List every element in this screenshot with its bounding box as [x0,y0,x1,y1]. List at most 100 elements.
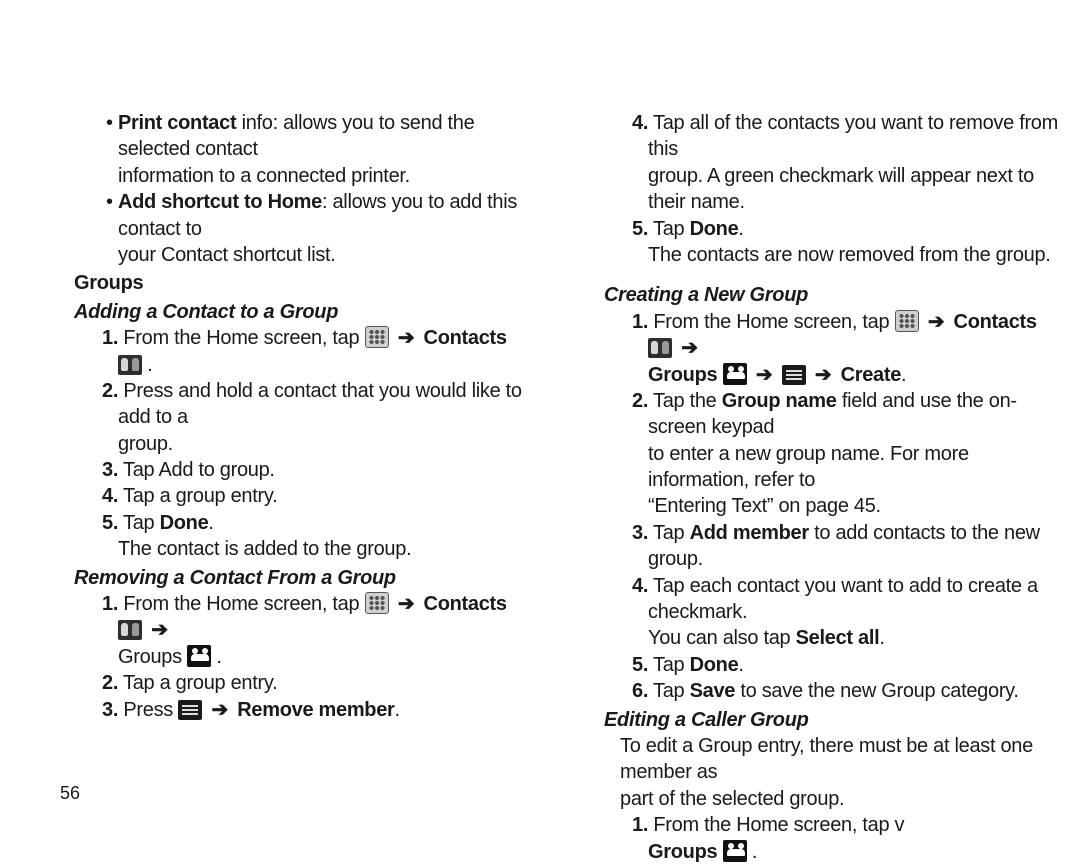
step-text: Press and hold a contact that you would … [118,380,522,428]
step-result: The contacts are now removed from the gr… [580,242,1060,268]
step-text2: to save the new Group category. [735,680,1019,702]
arrow-icon: ➔ [924,311,948,333]
step: 2. Tap a group entry. [50,670,530,696]
step-num: 2. [632,390,648,412]
heading-editing-group: Editing a Caller Group [580,707,1060,733]
contacts-label: Contacts [954,311,1037,333]
step-num: 1. [102,593,118,615]
step-text: Tap a group entry. [123,485,277,507]
groups-label: Groups [118,646,187,668]
step-cont: You can also tap Select all. [580,625,1060,651]
arrow-icon: ➔ [394,327,418,349]
step-text: Tap [653,522,690,544]
step-text: From the Home screen, tap [123,593,364,615]
step-result: The contact is added to the group. [50,536,530,562]
contacts-label: Contacts [424,593,507,615]
menu-icon [178,700,202,720]
step-text: Press [123,699,178,721]
step-text: Tap the [653,390,722,412]
bullet-lead: Print contact [118,112,236,134]
heading-groups: Groups [50,270,530,296]
step-text: From the Home screen, tap [123,327,364,349]
step-cont: Groups . [50,644,530,670]
step-cont: group. A green checkmark will appear nex… [580,163,1060,216]
heading-creating-group: Creating a New Group [580,282,1060,308]
arrow-icon: ➔ [147,619,171,641]
step-num: 2. [102,380,118,402]
step-num: 3. [632,522,648,544]
step: 6. Tap Save to save the new Group catego… [580,678,1060,704]
add-member-label: Add member [690,522,809,544]
step-text: Tap a group entry. [123,672,277,694]
intro-text: To edit a Group entry, there must be at … [580,733,1060,786]
period: . [879,627,884,649]
step: 3. Tap Add to group. [50,457,530,483]
step: 1. From the Home screen, tap ➔ Contacts … [580,309,1060,362]
done-label: Done [690,654,739,676]
period: . [738,654,743,676]
menu-icon [782,365,806,385]
arrow-icon: ➔ [208,699,232,721]
arrow-icon: ➔ [394,593,418,615]
step-text: Tap [653,680,690,702]
apps-icon [365,593,389,613]
period: . [395,699,400,721]
step-text: From the Home screen, tap v [653,814,904,836]
step: 5. Tap Done. [580,652,1060,678]
step-num: 6. [632,680,648,702]
apps-icon [365,327,389,347]
step: 5. Tap Done. [50,510,530,536]
create-label: Create [841,364,901,386]
step-text: Tap [653,218,690,240]
groups-icon [723,841,747,861]
step-text: You can also tap [648,627,796,649]
period: . [738,218,743,240]
group-name-label: Group name [722,390,837,412]
contacts-label: Contacts [424,327,507,349]
step-cont: Groups ➔ ➔ Create. [580,362,1060,388]
step-text: From the Home screen, tap [653,311,894,333]
bullet-cont: information to a connected printer. [50,163,530,189]
bullet-cont: your Contact shortcut list. [50,242,530,268]
step-text: Tap all of the contacts you want to remo… [648,112,1058,160]
step: 4. Tap all of the contacts you want to r… [580,110,1060,163]
step: 3. Press ➔ Remove member. [50,697,530,723]
intro-text: part of the selected group. [580,786,1060,812]
manual-page: • Print contact info: allows you to send… [0,0,1080,834]
step-cont: Groups . [580,839,1060,865]
step-text: Tap Add to group. [123,459,275,481]
step-num: 1. [632,814,648,836]
step-num: 4. [632,575,648,597]
heading-adding-contact: Adding a Contact to a Group [50,299,530,325]
step-num: 1. [102,327,118,349]
groups-label: Groups [648,364,723,386]
step-cont: “Entering Text” on page 45. [580,493,1060,519]
right-column: 4. Tap all of the contacts you want to r… [575,110,1060,804]
groups-icon [723,364,747,384]
step: 3. Tap Add member to add contacts to the… [580,520,1060,573]
step-num: 3. [102,459,118,481]
step-num: 5. [632,654,648,676]
bullet-add-shortcut: • Add shortcut to Home: allows you to ad… [50,189,530,242]
step: 4. Tap each contact you want to add to c… [580,573,1060,626]
step-text: Tap each contact you want to add to crea… [648,575,1038,623]
save-label: Save [690,680,736,702]
step: 1. From the Home screen, tap ➔ Contacts … [50,325,530,378]
period: . [216,646,221,668]
groups-icon [187,646,211,666]
step: 1. From the Home screen, tap ➔ Contacts … [50,591,530,644]
contacts-icon [118,355,142,375]
arrow-icon: ➔ [811,364,835,386]
heading-removing-contact: Removing a Contact From a Group [50,565,530,591]
arrow-icon: ➔ [752,364,776,386]
step-num: 5. [632,218,648,240]
select-all-label: Select all [796,627,880,649]
step-num: 4. [102,485,118,507]
arrow-icon: ➔ [677,337,701,359]
step-text: Tap [653,654,690,676]
step: 5. Tap Done. [580,216,1060,242]
groups-label: Groups [648,841,723,863]
step: 4. Tap a group entry. [50,483,530,509]
step: 1. From the Home screen, tap v [580,812,1060,838]
contacts-icon [648,338,672,358]
